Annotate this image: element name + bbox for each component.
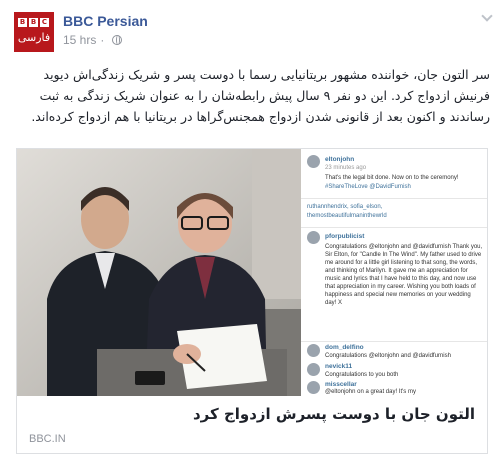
ig-avatar (307, 155, 320, 168)
link-preview-domain: BBC.IN (29, 433, 66, 445)
globe-icon (112, 35, 123, 45)
ig-comment: pforpublicist Congratulations @eltonjohn… (307, 231, 483, 339)
logo-letter-c: C (40, 18, 49, 27)
ig-username: eltonjohn (325, 156, 355, 163)
logo-letter-b1: B (18, 18, 27, 27)
ig-likers-more: themostbeautifulmaninthewrld (307, 213, 387, 219)
ig-comment: eltonjohn 23 minutes ago That's the lega… (307, 155, 483, 195)
chevron-down-icon[interactable] (480, 10, 494, 24)
bbc-logo: B B C (18, 18, 49, 27)
ig-comment: misscellar @eltonjohn on a great day! It… (307, 381, 483, 395)
ig-hashtags: #ShareTheLove @DavidFurnish (325, 184, 411, 190)
facebook-post: B B C فارسی BBC Persian 15 hrs · سر التو… (0, 0, 504, 460)
ig-avatar (307, 344, 320, 357)
ig-divider (301, 341, 487, 342)
ig-avatar (307, 381, 320, 394)
ig-username: nevick11 (325, 363, 353, 370)
logo-letter-b2: B (29, 18, 38, 27)
logo-subtitle: فارسی (17, 31, 51, 44)
ig-avatar (307, 231, 320, 244)
link-preview-footer[interactable]: التون جان با دوست پسرش ازدواج کرد BBC.IN (17, 396, 487, 453)
couple-photo (17, 149, 301, 396)
post-status-text: سر التون جان، خواننده مشهور بریتانیایی ر… (31, 67, 490, 124)
ig-username: misscellar (325, 381, 357, 388)
post-meta: 15 hrs · (63, 33, 123, 47)
ig-username: pforpublicist (325, 233, 365, 240)
post-timestamp[interactable]: 15 hrs (63, 33, 96, 47)
ig-likers: ruthannhendrix, sofia_elson, (307, 204, 383, 210)
link-preview-image[interactable]: eltonjohn 23 minutes ago That's the lega… (17, 149, 487, 396)
ig-divider (301, 198, 487, 199)
ig-divider (301, 227, 487, 228)
ig-username: dom_delfino (325, 344, 364, 351)
ig-avatar (307, 363, 320, 376)
ig-comment-text: Congratulations @eltonjohn and @davidfur… (325, 244, 483, 306)
ig-comment: dom_delfino Congratulations @eltonjohn a… (307, 344, 483, 360)
ig-comment-text: Congratulations @eltonjohn and @davidfur… (325, 353, 451, 359)
link-preview-title[interactable]: التون جان با دوست پسرش ازدواج کرد (193, 405, 475, 423)
link-preview-card[interactable]: eltonjohn 23 minutes ago That's the lega… (16, 148, 488, 454)
ig-comment-text: Congratulations to you both (325, 372, 399, 378)
instagram-screenshot: eltonjohn 23 minutes ago That's the lega… (301, 149, 487, 396)
meta-separator: · (100, 33, 105, 47)
page-name-link[interactable]: BBC Persian (63, 13, 148, 29)
ig-comment-text: That's the legal bit done. Now on to the… (325, 175, 459, 181)
ig-likes: ruthannhendrix, sofia_elson, themostbeau… (307, 203, 483, 223)
ig-time: 23 minutes ago (325, 165, 367, 171)
ig-comment: nevick11 Congratulations to you both (307, 363, 483, 379)
ig-comment-text: @eltonjohn on a great day! It's my (325, 389, 416, 395)
page-avatar[interactable]: B B C فارسی (14, 12, 54, 52)
